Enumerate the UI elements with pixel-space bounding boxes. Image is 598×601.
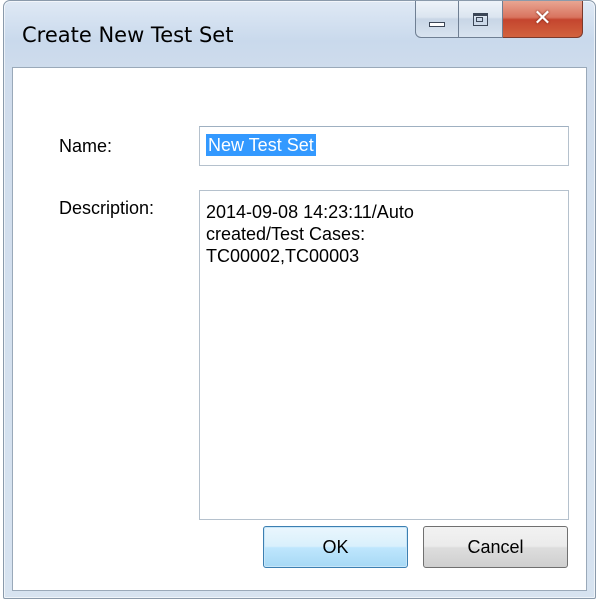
- caption-buttons: ✕: [415, 1, 583, 39]
- ok-button[interactable]: OK: [263, 526, 408, 568]
- name-field-value: New Test Set: [206, 134, 316, 156]
- close-button[interactable]: ✕: [503, 1, 583, 38]
- description-label: Description:: [59, 198, 155, 218]
- dialog-content: Name: New Test Set Description: 2014-09-…: [12, 67, 587, 591]
- window-title: Create New Test Set: [22, 23, 234, 47]
- description-field[interactable]: 2014-09-08 14:23:11/Auto created/Test Ca…: [199, 190, 569, 520]
- name-label: Name:: [59, 136, 113, 156]
- maximize-icon: [473, 12, 488, 26]
- minimize-icon: [429, 21, 445, 27]
- dialog-window: Create New Test Set ✕ Name: New Test Set…: [3, 0, 596, 599]
- minimize-button[interactable]: [415, 1, 459, 38]
- title-bar[interactable]: Create New Test Set ✕: [4, 1, 595, 69]
- cancel-button[interactable]: Cancel: [423, 526, 568, 568]
- maximize-button[interactable]: [459, 1, 503, 38]
- name-field[interactable]: New Test Set: [199, 126, 569, 166]
- close-icon: ✕: [533, 6, 552, 31]
